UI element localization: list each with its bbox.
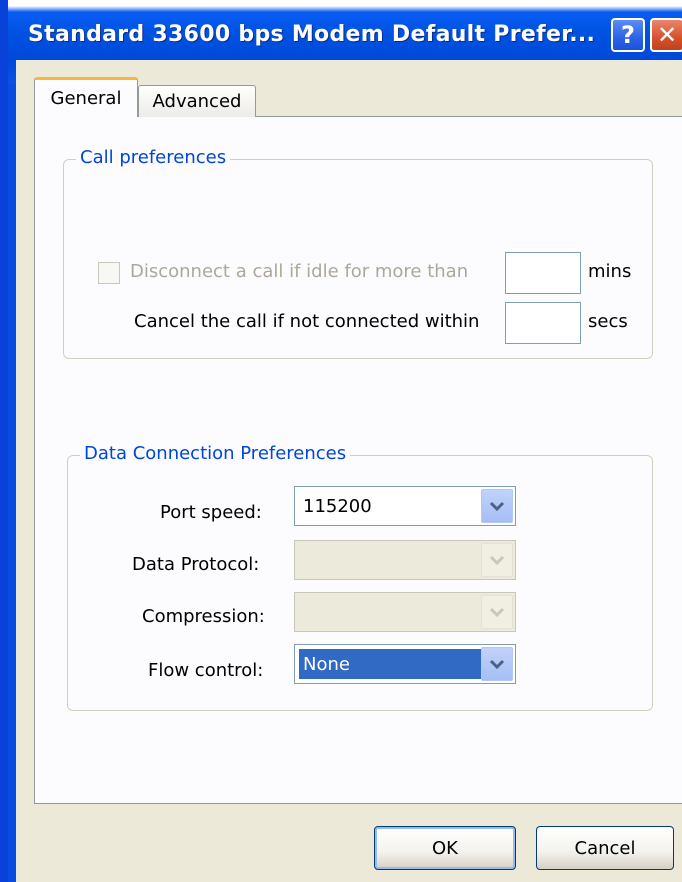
flow-control-dropdown[interactable]: None — [294, 644, 516, 684]
data-connection-group: Data Connection Preferences Port speed: … — [67, 443, 653, 711]
port-speed-dropdown[interactable]: 115200 — [294, 486, 516, 526]
modem-preferences-dialog: Standard 33600 bps Modem Default Prefer.… — [0, 0, 682, 882]
data-connection-legend: Data Connection Preferences — [80, 443, 351, 464]
port-speed-label: Port speed: — [160, 502, 262, 523]
ok-button[interactable]: OK — [374, 826, 516, 870]
chevron-down-icon[interactable] — [481, 543, 513, 577]
close-icon: ✕ — [656, 21, 678, 49]
cancel-call-label: Cancel the call if not connected within — [134, 311, 480, 332]
seconds-unit-label: secs — [588, 311, 628, 332]
data-protocol-value — [299, 545, 307, 575]
port-speed-value: 115200 — [303, 495, 372, 517]
data-protocol-dropdown[interactable] — [294, 540, 516, 580]
tab-panel-general: Call preferences Disconnect a call if id… — [34, 116, 682, 804]
minutes-unit-label: mins — [588, 261, 632, 282]
call-preferences-legend: Call preferences — [76, 147, 231, 168]
connect-timeout-seconds-input[interactable] — [505, 302, 581, 344]
window-title: Standard 33600 bps Modem Default Prefer.… — [28, 22, 596, 47]
disconnect-idle-checkbox[interactable] — [98, 262, 120, 284]
tab-advanced[interactable]: Advanced — [138, 85, 256, 117]
data-protocol-label: Data Protocol: — [132, 554, 260, 575]
help-icon: ? — [621, 21, 635, 49]
disconnect-idle-label: Disconnect a call if idle for more than — [130, 261, 469, 282]
compression-dropdown[interactable] — [294, 592, 516, 632]
flow-control-label: Flow control: — [148, 660, 264, 681]
tab-general[interactable]: General — [34, 77, 138, 117]
compression-label: Compression: — [142, 606, 265, 627]
close-button[interactable]: ✕ — [650, 18, 682, 52]
help-button[interactable]: ? — [611, 18, 645, 52]
chevron-down-icon[interactable] — [481, 489, 513, 523]
idle-minutes-input[interactable] — [505, 252, 581, 294]
compression-value — [299, 597, 307, 627]
cancel-button[interactable]: Cancel — [536, 826, 674, 870]
call-preferences-group: Call preferences Disconnect a call if id… — [63, 147, 653, 359]
dialog-client-area: General Advanced Call preferences Discon… — [16, 60, 682, 882]
chevron-down-icon[interactable] — [481, 647, 513, 681]
flow-control-value: None — [299, 649, 483, 679]
chevron-down-icon[interactable] — [481, 595, 513, 629]
